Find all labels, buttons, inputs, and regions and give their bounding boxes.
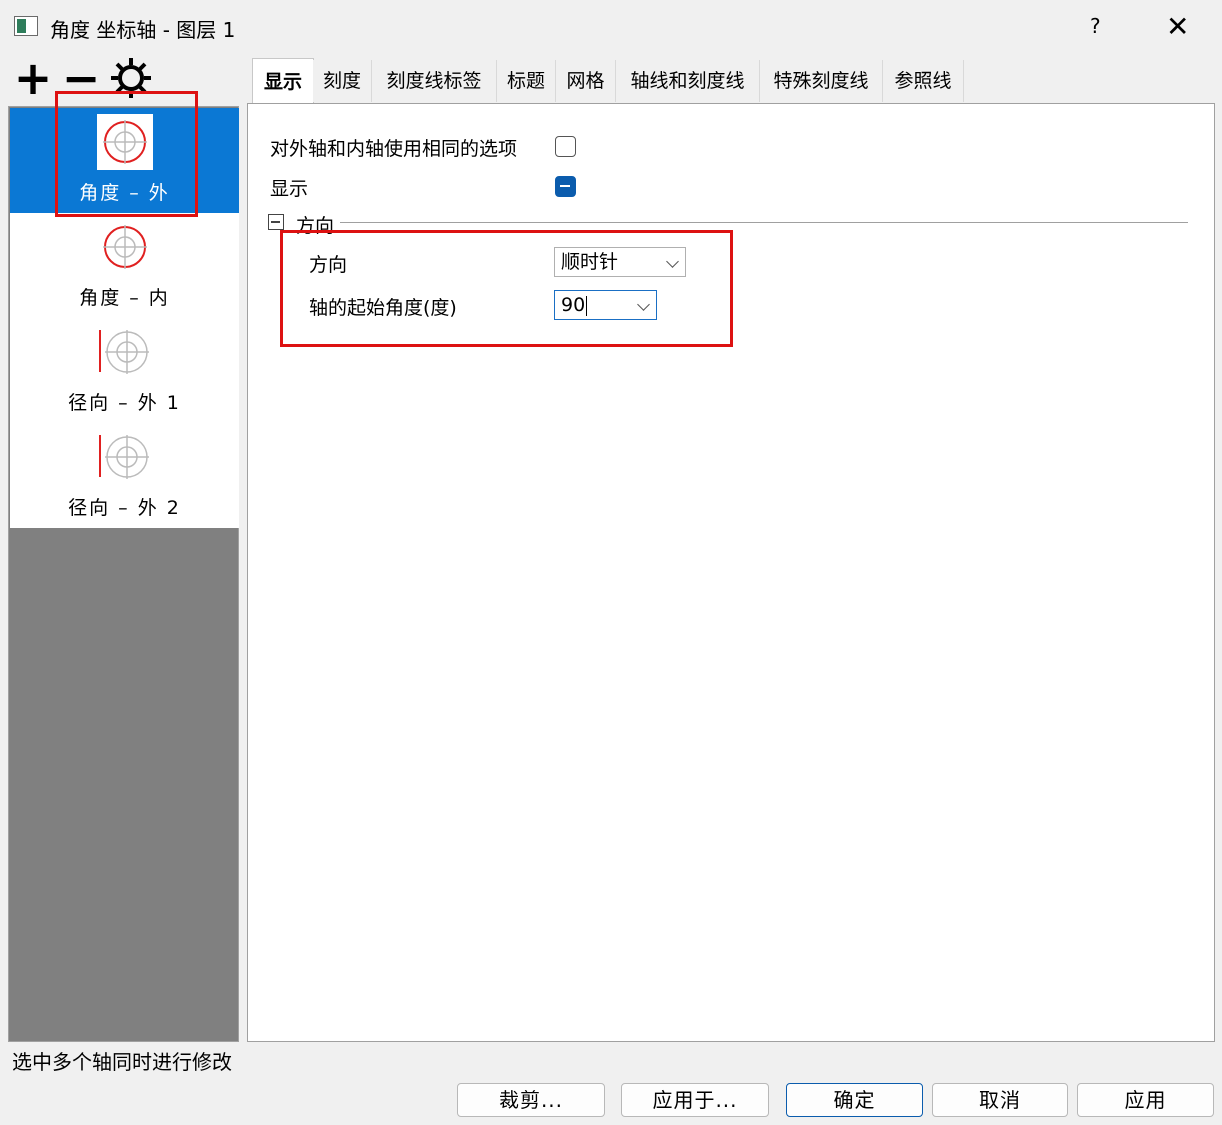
tab-tick-labels[interactable]: 刻度线标签 bbox=[372, 60, 497, 102]
tab-scale[interactable]: 刻度 bbox=[313, 60, 372, 102]
help-button[interactable]: ? bbox=[1090, 14, 1101, 38]
settings-button[interactable] bbox=[108, 56, 154, 100]
axis-item-label: 角度 – 外 bbox=[79, 182, 170, 204]
remove-axis-button[interactable]: − bbox=[58, 55, 104, 101]
axis-item-angular-inner[interactable]: 角度 – 内 bbox=[10, 213, 239, 318]
tab-title[interactable]: 标题 bbox=[497, 60, 556, 102]
axis-item-label: 角度 – 内 bbox=[79, 287, 170, 309]
window-title: 角度 坐标轴 - 图层 1 bbox=[50, 18, 236, 42]
app-icon bbox=[14, 16, 38, 36]
gear-icon bbox=[111, 58, 151, 98]
axis-list: 角度 – 外 角度 – 内 径向 – 外 1 径向 – 外 2 bbox=[8, 106, 239, 1042]
same-options-label: 对外轴和内轴使用相同的选项 bbox=[270, 138, 518, 160]
axis-item-radial-outer-2[interactable]: 径向 – 外 2 bbox=[10, 423, 239, 528]
chevron-down-icon bbox=[637, 298, 650, 311]
group-divider bbox=[340, 222, 1188, 223]
apply-to-button[interactable]: 应用于... bbox=[621, 1083, 769, 1117]
same-options-checkbox[interactable] bbox=[555, 136, 576, 157]
tab-display[interactable]: 显示 bbox=[252, 58, 314, 105]
collapse-direction-group-button[interactable] bbox=[268, 214, 284, 230]
axis-item-label: 径向 – 外 2 bbox=[68, 497, 181, 519]
direction-dropdown[interactable]: 顺时针 bbox=[554, 247, 686, 277]
display-panel: 对外轴和内轴使用相同的选项 显示 方向 方向 顺时针 轴的起始角度(度) 90 bbox=[247, 103, 1215, 1042]
axis-item-angular-outer[interactable]: 角度 – 外 bbox=[10, 108, 239, 213]
direction-label: 方向 bbox=[309, 254, 348, 276]
show-checkbox[interactable] bbox=[555, 176, 576, 197]
tab-reference-lines[interactable]: 参照线 bbox=[883, 60, 964, 102]
axis-item-radial-outer-1[interactable]: 径向 – 外 1 bbox=[10, 318, 239, 423]
direction-value: 顺时针 bbox=[561, 251, 619, 273]
angular-axis-icon bbox=[97, 114, 153, 170]
close-button[interactable]: ✕ bbox=[1166, 10, 1189, 43]
tab-special-ticks[interactable]: 特殊刻度线 bbox=[760, 60, 883, 102]
text-cursor bbox=[586, 295, 588, 316]
radial-axis-icon bbox=[99, 330, 149, 374]
tab-line-and-ticks[interactable]: 轴线和刻度线 bbox=[616, 60, 760, 102]
direction-group-title: 方向 bbox=[296, 215, 335, 237]
chevron-down-icon bbox=[666, 255, 679, 268]
radial-axis-icon bbox=[99, 435, 149, 479]
axis-toolbar: + − bbox=[10, 55, 160, 102]
tab-grid[interactable]: 网格 bbox=[556, 60, 616, 102]
cancel-button[interactable]: 取消 bbox=[932, 1083, 1068, 1117]
angular-axis-icon bbox=[103, 225, 147, 269]
crop-button[interactable]: 裁剪... bbox=[457, 1083, 605, 1117]
start-angle-combobox[interactable]: 90 bbox=[554, 290, 657, 320]
add-axis-button[interactable]: + bbox=[10, 55, 56, 101]
title-bar: 角度 坐标轴 - 图层 1 ? ✕ bbox=[0, 0, 1222, 56]
ok-button[interactable]: 确定 bbox=[786, 1083, 923, 1117]
status-text: 选中多个轴同时进行修改 bbox=[12, 1050, 232, 1074]
apply-button[interactable]: 应用 bbox=[1077, 1083, 1214, 1117]
start-angle-label: 轴的起始角度(度) bbox=[309, 297, 457, 319]
axis-item-label: 径向 – 外 1 bbox=[68, 392, 181, 414]
start-angle-value: 90 bbox=[561, 294, 586, 316]
show-label: 显示 bbox=[270, 178, 309, 200]
